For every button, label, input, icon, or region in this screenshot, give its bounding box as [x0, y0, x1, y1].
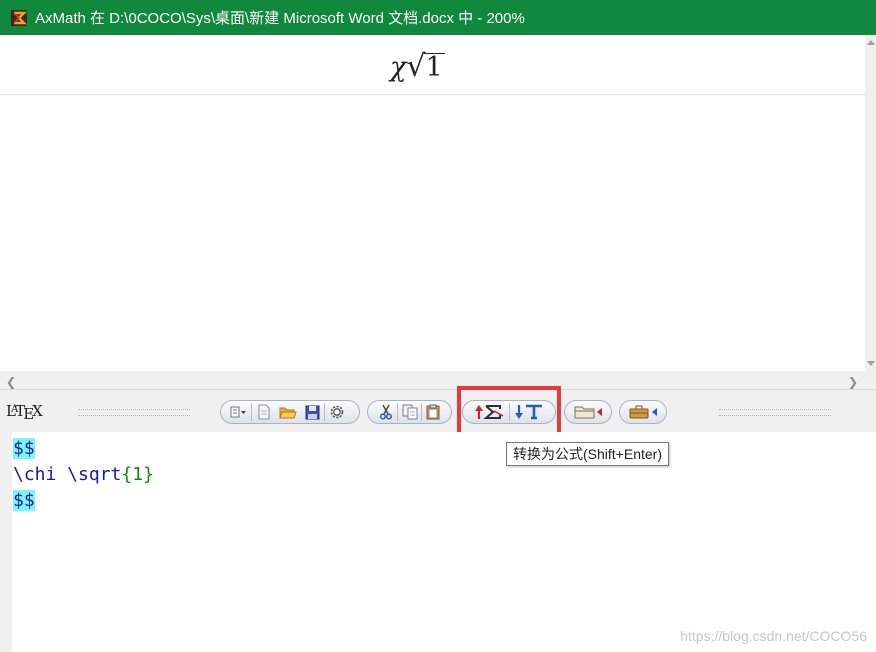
copy-icon: [402, 404, 417, 420]
toolbar-separator: [397, 403, 398, 421]
save-icon: [305, 405, 319, 419]
scissors-icon: [379, 404, 392, 420]
latex-command: \chi \sqrt: [13, 464, 122, 485]
toolbox-triangle-icon: [629, 405, 657, 419]
preview-divider: [0, 94, 865, 95]
brace-open: {: [121, 464, 133, 485]
math-delimiter-open: $$: [13, 438, 35, 459]
toolbar-grip-right: [719, 409, 831, 416]
convert-tooltip: 转换为公式(Shift+Enter): [506, 442, 669, 466]
scroll-up-icon[interactable]: [867, 40, 875, 45]
highlight-box: [457, 386, 561, 437]
code-line-1: $$: [13, 436, 154, 462]
menu-icon: [230, 406, 246, 418]
latex-editor[interactable]: $$ \chi \sqrt{1} $$ https://blog.csdn.ne…: [0, 432, 876, 652]
folder-triangle-icon: [574, 406, 602, 419]
vertical-scrollbar[interactable]: [865, 35, 876, 371]
toolbox-button-group: [619, 400, 667, 424]
latex-logo: LATEX: [6, 402, 43, 423]
formula-preview-area[interactable]: χ√1: [0, 35, 865, 371]
latex-argument: 1: [132, 464, 144, 485]
folder-open-icon: [279, 407, 297, 418]
settings-button[interactable]: [326, 402, 348, 422]
formula-chi: χ: [390, 52, 407, 83]
insert-button-group: [564, 400, 612, 424]
paste-button[interactable]: [423, 402, 444, 422]
toolbar-separator: [324, 403, 325, 421]
formula-sqrt: √1: [406, 49, 445, 84]
rendered-formula: χ√1: [390, 49, 445, 84]
latex-toolbar: LATEX: [0, 390, 876, 432]
code-line-2: \chi \sqrt{1}: [13, 462, 154, 488]
latex-code[interactable]: $$ \chi \sqrt{1} $$: [13, 436, 154, 514]
editor-gutter: [0, 432, 12, 652]
paste-icon: [426, 404, 440, 420]
math-delimiter-close: $$: [13, 490, 35, 511]
gear-icon: [330, 405, 344, 419]
title-bar: AxMath 在 D:\0COCO\Sys\桌面\新建 Microsoft Wo…: [0, 0, 876, 35]
new-document-icon: [258, 404, 270, 420]
menu-dropdown-button[interactable]: [228, 402, 250, 422]
toolbar-separator: [251, 403, 252, 421]
scroll-down-icon[interactable]: [867, 361, 875, 366]
new-button[interactable]: [253, 402, 275, 422]
scroll-left-icon[interactable]: ❮: [6, 375, 16, 389]
scroll-right-icon[interactable]: ❯: [848, 375, 858, 389]
brace-close: }: [143, 464, 154, 485]
open-button[interactable]: [277, 402, 299, 422]
watermark: https://blog.csdn.net/COCO56: [680, 628, 867, 644]
toolbar-grip-left: [78, 409, 190, 416]
toolbox-menu-button[interactable]: [627, 402, 659, 422]
edit-button-group: [367, 400, 452, 424]
insert-menu-button[interactable]: [572, 402, 604, 422]
file-button-group: [220, 400, 360, 424]
toolbar-separator: [421, 403, 422, 421]
axmath-app-icon: [11, 9, 27, 26]
horizontal-scrollbar[interactable]: ❮ ❯: [0, 371, 876, 390]
code-line-3: $$: [13, 488, 154, 514]
cut-button[interactable]: [375, 402, 396, 422]
copy-button[interactable]: [399, 402, 420, 422]
formula-radicand: 1: [423, 52, 445, 83]
window-title: AxMath 在 D:\0COCO\Sys\桌面\新建 Microsoft Wo…: [35, 10, 525, 27]
save-button[interactable]: [301, 402, 323, 422]
